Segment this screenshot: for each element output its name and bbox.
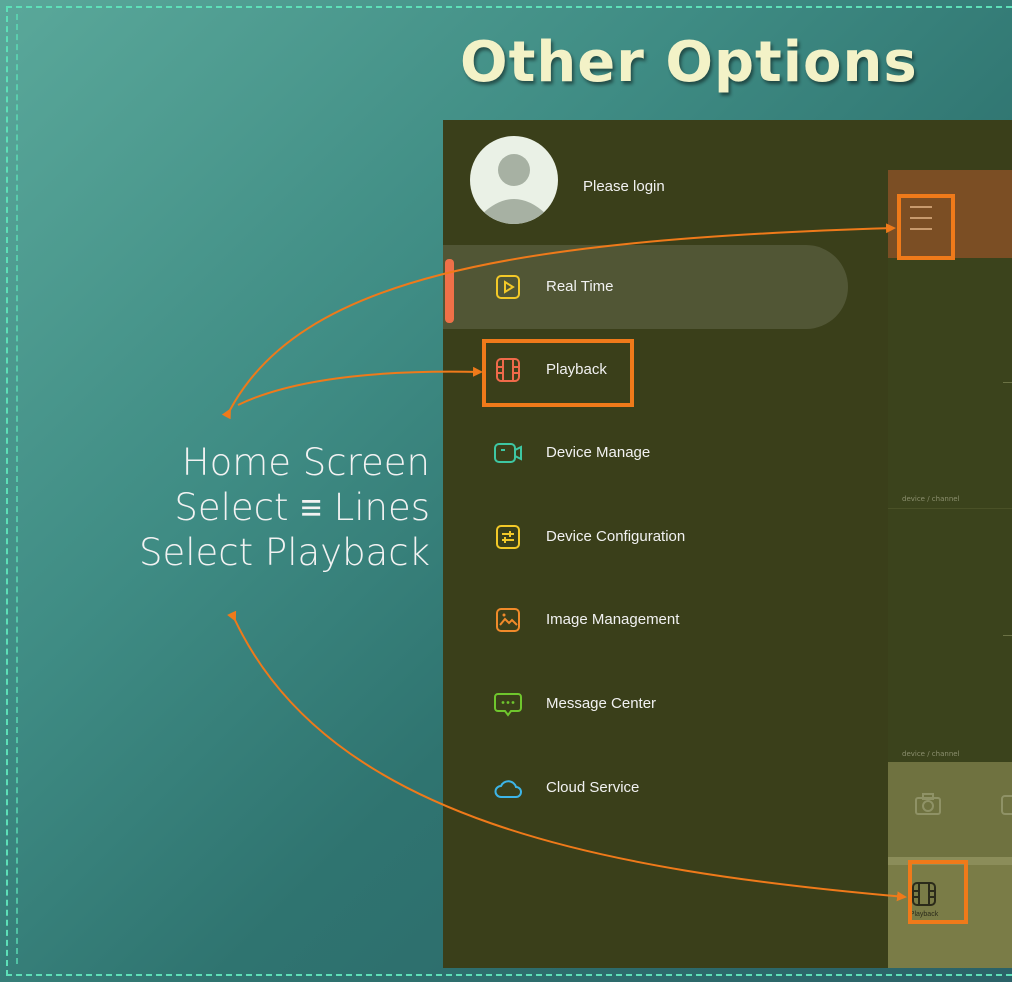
- channel-placeholder-line: [1003, 635, 1012, 636]
- sliders-icon: [496, 525, 520, 549]
- menu-item-label: Message Center: [546, 695, 657, 712]
- caption-line-3: Select Playback: [139, 531, 430, 574]
- avatar[interactable]: [470, 136, 558, 224]
- record-icon[interactable]: [1000, 794, 1012, 816]
- menu-item-real-time[interactable]: Real Time: [443, 245, 848, 329]
- caption-line-1: Home Screen: [181, 441, 430, 484]
- control-panel: [888, 762, 1012, 857]
- instruction-caption: Home Screen Select ≡ Lines Select Playba…: [30, 440, 430, 575]
- play-icon: [496, 275, 520, 299]
- menu-item-label: Device Manage: [546, 444, 651, 461]
- active-indicator: [445, 259, 454, 323]
- channel-placeholder-line: [1003, 382, 1012, 383]
- image-icon: [496, 608, 520, 632]
- menu-item-message-center[interactable]: Message Center: [443, 662, 848, 746]
- bottom-playback-highlight[interactable]: [908, 860, 968, 924]
- login-link[interactable]: Please login: [583, 178, 665, 195]
- user-icon: [482, 154, 546, 224]
- channel-label: device / channel: [902, 495, 960, 503]
- menu-item-cloud-service[interactable]: Cloud Service: [443, 746, 848, 830]
- playback-highlight: [482, 339, 634, 407]
- video-camera-icon: [494, 443, 522, 463]
- slide-title: Other Options: [460, 30, 918, 95]
- menu-item-label: Cloud Service: [546, 779, 640, 796]
- camera-icon[interactable]: [914, 792, 942, 816]
- chat-icon: [494, 693, 522, 717]
- cloud-icon: [494, 780, 522, 798]
- menu-item-image-management[interactable]: Image Management: [443, 578, 848, 662]
- channel-divider: [888, 508, 1012, 509]
- slide-inner-border: [16, 14, 19, 964]
- menu-item-label: Device Configuration: [546, 528, 686, 545]
- menu-item-device-manage[interactable]: Device Manage: [443, 411, 848, 495]
- hamburger-menu-highlight[interactable]: [897, 194, 955, 260]
- menu-item-label: Image Management: [546, 611, 680, 628]
- channel-label: device / channel: [902, 750, 960, 758]
- caption-line-2: Select ≡ Lines: [174, 486, 430, 529]
- live-view-area: device / channel device / channel Playba…: [888, 170, 1012, 968]
- menu-item-device-configuration[interactable]: Device Configuration: [443, 495, 848, 579]
- menu-item-label: Real Time: [546, 278, 614, 295]
